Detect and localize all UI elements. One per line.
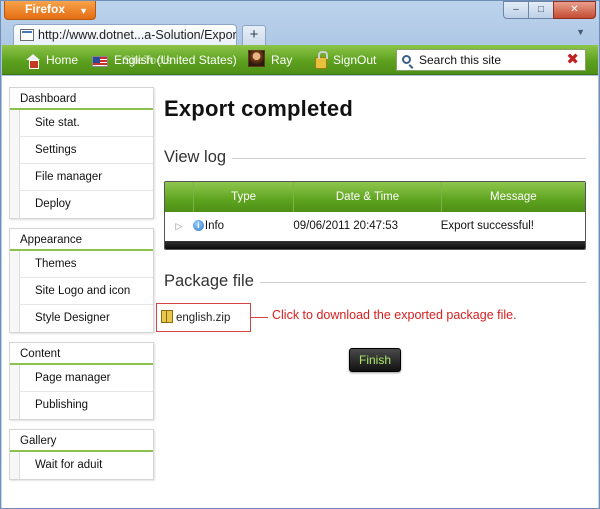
- sidebar-group-gallery: Gallery Wait for aduit: [9, 429, 154, 480]
- maximize-button[interactable]: □: [528, 1, 554, 19]
- package-file-name: english.zip: [176, 312, 231, 324]
- tab-bar: http://www.dotnet...a-Solution/Export + …: [1, 21, 599, 46]
- finish-button[interactable]: Finish: [348, 348, 401, 372]
- nav-signout-label: SignOut: [333, 53, 377, 67]
- tab-title: http://www.dotnet...a-Solution/Export: [38, 28, 237, 42]
- view-log-label: View log: [164, 148, 233, 166]
- package-file-link[interactable]: english.zip: [156, 303, 251, 332]
- search-placeholder: Search this site: [419, 53, 502, 67]
- sidebar-group-dashboard: Dashboard Site stat. Settings File manag…: [9, 87, 154, 219]
- nav-home[interactable]: Home: [26, 45, 78, 75]
- log-table-header: Type Date & Time Message: [165, 182, 585, 212]
- log-message-cell: Export successful!: [440, 220, 535, 232]
- log-table: Type Date & Time Message ▷ i Info 09/06/2…: [164, 181, 586, 250]
- page-icon: [20, 29, 34, 41]
- new-tab-button[interactable]: +: [242, 25, 266, 45]
- chevron-down-icon: ▼: [79, 6, 88, 16]
- log-type-value: Info: [204, 220, 225, 232]
- column-header-expander: [165, 182, 193, 212]
- info-icon: i: [192, 220, 204, 231]
- sidebar: Dashboard Site stat. Settings File manag…: [9, 87, 154, 489]
- table-row: ▷ i Info 09/06/2011 20:47:53 Export succe…: [165, 212, 585, 241]
- package-file-section-title: Package file: [164, 272, 586, 292]
- title-bar: Firefox ▼ – □ ✕: [1, 1, 599, 21]
- sidebar-item-publishing[interactable]: Publishing: [19, 392, 153, 419]
- page-content: Dashboard Site stat. Settings File manag…: [2, 76, 598, 508]
- view-log-section-title: View log: [164, 148, 586, 168]
- sidebar-item-page-manager[interactable]: Page manager: [19, 365, 153, 392]
- nav-language-label: English (United States): [114, 53, 237, 67]
- column-header-message[interactable]: Message: [440, 182, 585, 212]
- sidebar-group-title: Appearance: [10, 229, 153, 251]
- column-header-type[interactable]: Type: [192, 182, 294, 212]
- sidebar-item-site-logo[interactable]: Site Logo and icon: [19, 278, 153, 305]
- package-file-row: english.zip Click to download the export…: [156, 303, 586, 337]
- expand-row-icon[interactable]: ▷: [165, 212, 193, 241]
- close-window-button[interactable]: ✕: [553, 1, 596, 19]
- log-datetime-cell: 09/06/2011 20:47:53: [293, 220, 399, 232]
- finish-wrap: Finish: [164, 348, 586, 372]
- download-callout: Click to download the exported package f…: [272, 308, 517, 322]
- home-icon: [26, 54, 40, 69]
- sidebar-item-style-designer[interactable]: Style Designer: [19, 305, 153, 332]
- log-type-cell: i Info: [192, 212, 294, 241]
- search-icon: [402, 55, 411, 64]
- tab-list-icon[interactable]: ▼: [576, 27, 585, 37]
- sidebar-item-file-manager[interactable]: File manager: [19, 164, 153, 191]
- nav-user-label: Ray: [271, 53, 293, 67]
- sidebar-item-wait-for-audit[interactable]: Wait for aduit: [19, 452, 153, 479]
- firefox-menu-label: Firefox: [25, 2, 66, 16]
- log-table-footer: [165, 241, 585, 249]
- nav-user[interactable]: Ray: [248, 45, 292, 75]
- minimize-button[interactable]: –: [503, 1, 529, 19]
- clear-search-icon[interactable]: ✖: [566, 50, 579, 70]
- flag-icon: [92, 56, 108, 67]
- browser-tab[interactable]: http://www.dotnet...a-Solution/Export: [13, 24, 237, 46]
- browser-window: Firefox ▼ – □ ✕ http://www.dotnet...a-So…: [0, 0, 600, 509]
- package-file-label: Package file: [164, 272, 260, 290]
- main-panel: Export completed View log Type Date & Ti…: [156, 96, 586, 372]
- avatar-icon: [248, 50, 265, 67]
- nav-signout[interactable]: SignOut: [315, 45, 376, 75]
- site-navbar: Home SiteTools English (United States) R…: [2, 45, 598, 75]
- sidebar-group-title: Content: [10, 343, 153, 365]
- nav-language[interactable]: English (United States): [92, 45, 237, 75]
- callout-connector: [251, 317, 268, 318]
- nav-home-label: Home: [46, 53, 79, 67]
- zip-file-icon: [161, 310, 173, 323]
- sidebar-item-settings[interactable]: Settings: [19, 137, 153, 164]
- sidebar-item-deploy[interactable]: Deploy: [19, 191, 153, 218]
- firefox-menu-button[interactable]: Firefox ▼: [4, 1, 96, 20]
- sidebar-group-content: Content Page manager Publishing: [9, 342, 154, 420]
- sidebar-group-title: Gallery: [10, 430, 153, 452]
- lock-icon: [315, 51, 328, 69]
- sidebar-item-themes[interactable]: Themes: [19, 251, 153, 278]
- sidebar-group-title: Dashboard: [10, 88, 153, 110]
- search-input[interactable]: Search this site ✖: [396, 49, 586, 71]
- page-title: Export completed: [164, 96, 354, 121]
- column-header-datetime[interactable]: Date & Time: [293, 182, 440, 212]
- window-controls: – □ ✕: [503, 1, 596, 19]
- sidebar-group-appearance: Appearance Themes Site Logo and icon Sty…: [9, 228, 154, 333]
- sidebar-item-site-stat[interactable]: Site stat.: [19, 110, 153, 137]
